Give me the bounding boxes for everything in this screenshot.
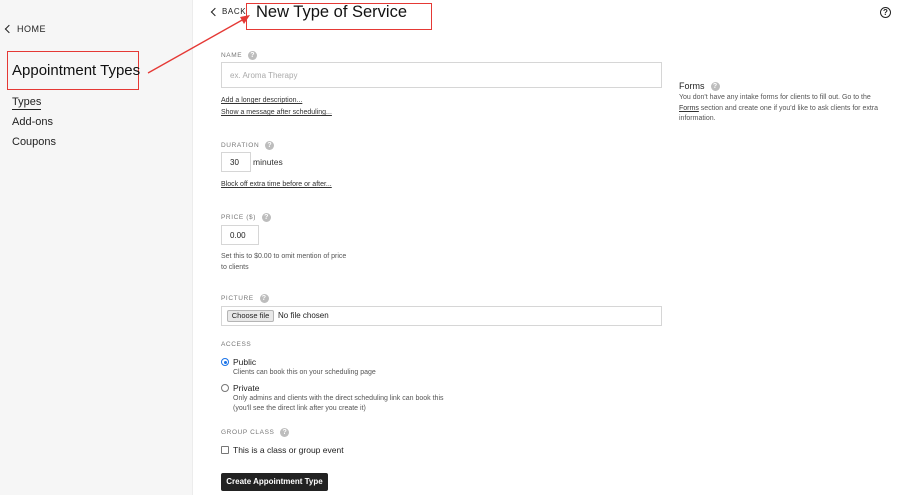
name-label: NAME ? (221, 51, 257, 60)
sidebar-item-types[interactable]: Types (12, 96, 41, 110)
file-status: No file chosen (278, 311, 329, 320)
home-label: HOME (17, 24, 46, 34)
block-time-link[interactable]: Block off extra time before or after... (221, 181, 332, 188)
help-icon[interactable]: ? (880, 7, 891, 18)
access-private-description-line2: (you'll see the direct link after you cr… (233, 403, 366, 414)
forms-panel-text: You don't have any intake forms for clie… (679, 93, 891, 125)
add-description-link[interactable]: Add a longer description... (221, 97, 302, 104)
forms-text-after: section and create one if you'd like to … (679, 105, 878, 123)
sidebar: HOME Appointment Types Types Add-ons Cou… (0, 0, 193, 495)
duration-label-text: DURATION (221, 142, 259, 149)
help-icon[interactable]: ? (265, 141, 274, 150)
name-input[interactable]: ex. Aroma Therapy (221, 62, 662, 88)
price-label-text: PRICE ($) (221, 214, 256, 221)
forms-text-before: You don't have any intake forms for clie… (679, 94, 871, 101)
picture-label: PICTURE ? (221, 294, 269, 303)
access-public-label[interactable]: Public (233, 357, 256, 367)
help-icon[interactable]: ? (262, 213, 271, 222)
group-class-checkbox[interactable] (221, 446, 229, 454)
access-private-radio[interactable] (221, 384, 229, 392)
name-label-text: NAME (221, 52, 242, 59)
chevron-left-icon (5, 25, 13, 33)
sidebar-title: Appointment Types (12, 62, 140, 79)
chevron-left-icon (211, 7, 219, 15)
access-public-radio[interactable] (221, 358, 229, 366)
duration-unit: minutes (253, 157, 283, 167)
access-label-text: ACCESS (221, 341, 251, 348)
group-class-label: GROUP CLASS ? (221, 428, 289, 437)
access-private-label[interactable]: Private (233, 383, 259, 393)
price-hint-line1: Set this to $0.00 to omit mention of pri… (221, 251, 346, 262)
duration-input[interactable]: 30 (221, 152, 251, 172)
duration-label: DURATION ? (221, 141, 274, 150)
show-message-link[interactable]: Show a message after scheduling... (221, 109, 332, 116)
home-link[interactable]: HOME (6, 24, 46, 34)
group-class-label-text: GROUP CLASS (221, 429, 274, 436)
forms-panel-title: Forms ? (679, 81, 720, 91)
page-title: New Type of Service (256, 3, 407, 22)
sidebar-item-coupons[interactable]: Coupons (12, 136, 56, 148)
forms-title-text: Forms (679, 81, 705, 91)
forms-link[interactable]: Forms (679, 105, 699, 112)
price-label: PRICE ($) ? (221, 213, 271, 222)
access-label: ACCESS (221, 341, 251, 348)
back-link[interactable]: BACK (212, 7, 246, 16)
price-hint-line2: to clients (221, 262, 249, 273)
access-public-description: Clients can book this on your scheduling… (233, 367, 376, 378)
help-icon[interactable]: ? (280, 428, 289, 437)
help-icon[interactable]: ? (248, 51, 257, 60)
choose-file-button[interactable]: Choose file (227, 310, 274, 322)
price-input[interactable]: 0.00 (221, 225, 259, 245)
create-appointment-type-button[interactable]: Create Appointment Type (221, 473, 328, 491)
help-icon[interactable]: ? (260, 294, 269, 303)
help-icon[interactable]: ? (711, 82, 720, 91)
group-class-checkbox-label[interactable]: This is a class or group event (233, 445, 344, 455)
sidebar-item-add-ons[interactable]: Add-ons (12, 116, 53, 128)
picture-label-text: PICTURE (221, 295, 254, 302)
back-label: BACK (222, 7, 246, 16)
